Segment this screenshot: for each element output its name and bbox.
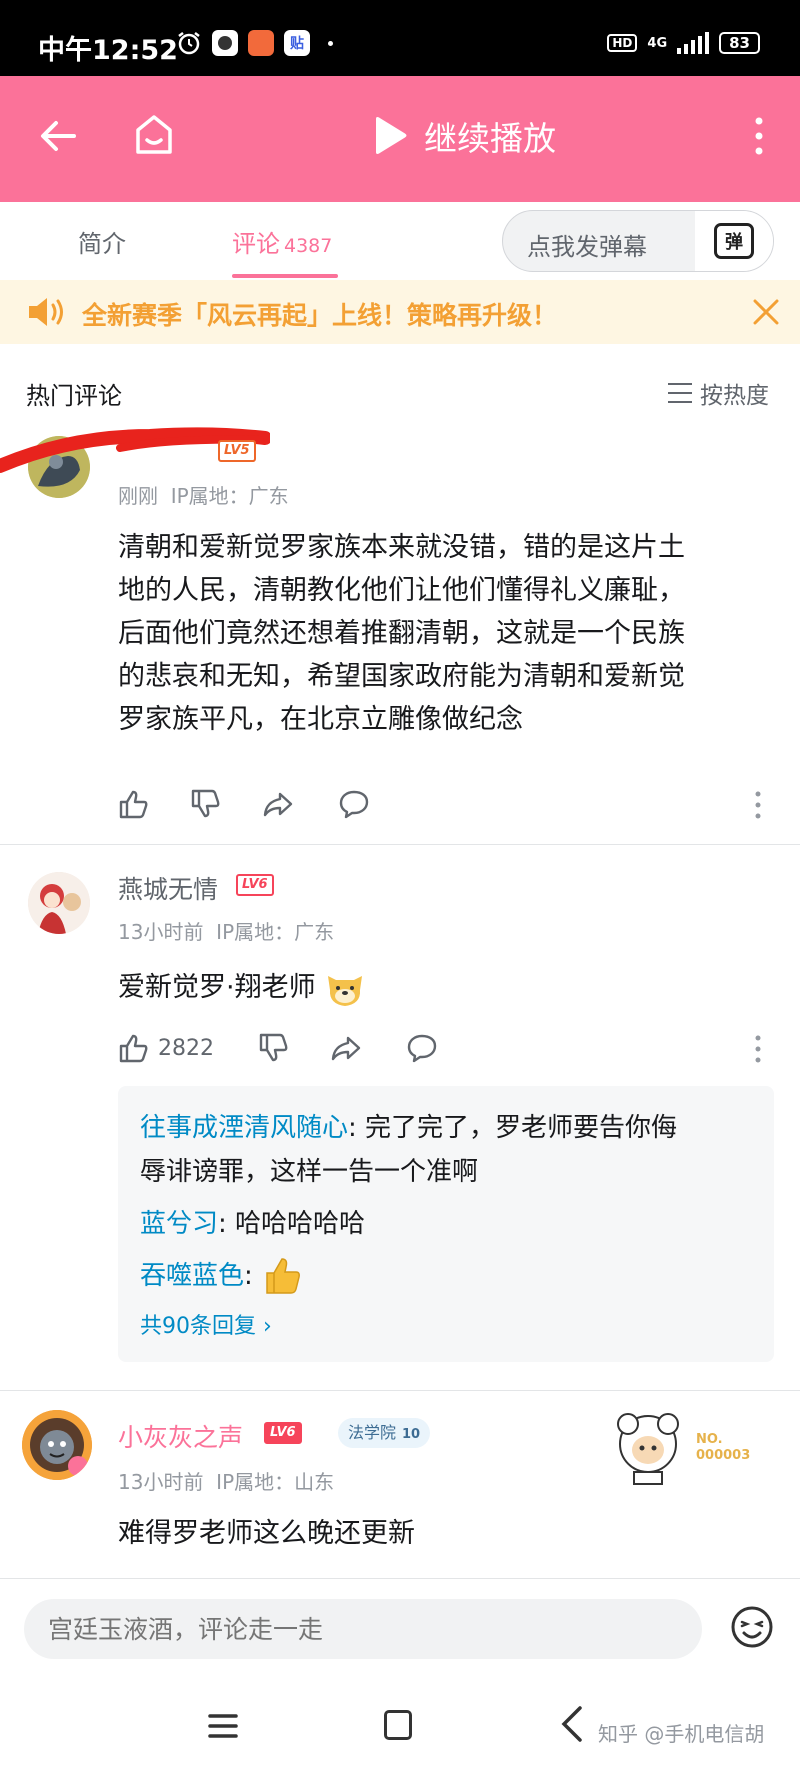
- continue-play-label: 继续播放: [424, 119, 556, 158]
- comment-divider: [0, 844, 800, 845]
- danmu-icon: 弹: [714, 223, 754, 259]
- app-notification-icon: [212, 30, 238, 56]
- danmu-toggle-button[interactable]: 弹: [695, 211, 773, 271]
- tab-comments[interactable]: 评论 4387: [232, 224, 332, 259]
- comment-ip: IP属地：山东: [216, 1470, 335, 1494]
- comment-text: 清朝和爱新觉罗家族本来就没错，错的是这片土 地的人民，清朝教化他们让他们懂得礼义…: [118, 532, 685, 735]
- speaker-icon: [29, 298, 63, 326]
- battery-icon: 83: [719, 32, 760, 54]
- view-all-replies-link[interactable]: 共90条回复 ›: [140, 1308, 272, 1340]
- system-status: HD 4G 83: [607, 32, 760, 54]
- comment-ip: IP属地：广东: [170, 484, 289, 508]
- avatar[interactable]: [22, 1410, 92, 1480]
- close-icon[interactable]: [752, 298, 780, 326]
- level-badge: LV6: [264, 1422, 302, 1444]
- reply-item: 往事成湮清风随心: 完了完了，罗老师要告你侮 辱诽谤罪，这样一告一个准啊: [140, 1113, 678, 1187]
- comment-username[interactable]: 燕城无情: [118, 870, 218, 906]
- active-tab-indicator: [232, 274, 338, 278]
- reply-button[interactable]: [406, 1032, 438, 1064]
- comment-meta: 13小时前 IP属地：广东: [118, 916, 334, 945]
- danmu-placeholder: 点我发弹幕: [527, 233, 647, 261]
- alarm-icon: [178, 32, 200, 55]
- comment-more-icon[interactable]: [754, 790, 762, 820]
- danmu-input[interactable]: 点我发弹幕 弹: [502, 210, 774, 272]
- thumbs-down-icon: [191, 789, 220, 818]
- continue-play-button[interactable]: 继续播放: [372, 112, 556, 160]
- menu-icon[interactable]: [208, 1712, 238, 1740]
- like-button[interactable]: 2822: [118, 1032, 214, 1064]
- fan-card-sheep-icon: [617, 1413, 679, 1485]
- level-badge: LV6: [236, 874, 274, 896]
- comment-bubble-icon: [339, 790, 369, 819]
- comment-time: 刚刚: [118, 484, 158, 508]
- comment-meta: 刚刚 IP属地：广东: [118, 480, 289, 509]
- tieba-icon: 贴: [284, 30, 310, 56]
- comment-meta: 13小时前 IP属地：山东: [118, 1466, 334, 1495]
- reply-preview-box[interactable]: 往事成湮清风随心: 完了完了，罗老师要告你侮 辱诽谤罪，这样一告一个准啊 蓝兮习…: [118, 1086, 774, 1362]
- avatar[interactable]: [28, 872, 90, 934]
- video-header: 继续播放: [0, 76, 800, 202]
- reply-item: 吞噬蓝色:: [140, 1254, 756, 1298]
- tab-intro[interactable]: 简介: [78, 224, 126, 259]
- announcement-text: 全新赛季「风云再起」上线！策略再升级！: [82, 301, 558, 330]
- comment-time: 13小时前: [118, 920, 204, 944]
- share-button[interactable]: [262, 788, 294, 820]
- dot-icon: [328, 40, 333, 46]
- home-icon[interactable]: [132, 112, 176, 158]
- thumbs-up-emoji-icon: [266, 1258, 300, 1294]
- like-button[interactable]: [118, 788, 150, 820]
- like-count: 2822: [158, 1035, 214, 1061]
- emoji-icon[interactable]: [730, 1605, 774, 1649]
- comment-text: 难得罗老师这么晚还更新: [118, 1518, 415, 1549]
- comment-text: 爱新觉罗·翔老师: [118, 966, 366, 1009]
- comment-bubble-icon: [407, 1034, 437, 1063]
- fan-number: NO. 000003: [696, 1432, 751, 1463]
- clock: 中午12:52: [38, 35, 178, 66]
- share-icon: [331, 1036, 361, 1061]
- network-type: 4G: [647, 35, 668, 51]
- comment-input-bar: [0, 1578, 800, 1682]
- watermark: 知乎 @手机电信胡: [598, 1722, 765, 1746]
- tab-comments-label: 评论: [232, 230, 280, 258]
- reply-username[interactable]: 蓝兮习: [140, 1209, 218, 1239]
- thumbs-up-icon: [119, 1034, 148, 1063]
- fan-medal-badge[interactable]: 法学院 10: [338, 1418, 431, 1448]
- reply-username[interactable]: 吞噬蓝色: [140, 1254, 244, 1298]
- share-button[interactable]: [330, 1032, 362, 1064]
- reply-button[interactable]: [338, 788, 370, 820]
- dislike-button[interactable]: [190, 788, 222, 820]
- sort-label: 按热度: [700, 383, 769, 409]
- notification-icons: 贴: [176, 30, 333, 56]
- more-vertical-icon[interactable]: [752, 116, 766, 156]
- comment-ip: IP属地：广东: [216, 920, 335, 944]
- status-bar: 中午12:52 贴 HD 4G 83: [0, 0, 800, 76]
- signal-icon: [677, 32, 710, 54]
- home-square-icon[interactable]: [384, 1710, 412, 1740]
- thumbs-down-icon: [259, 1033, 288, 1062]
- comment-more-icon[interactable]: [754, 1034, 762, 1064]
- level-badge: LV5: [218, 440, 256, 462]
- doge-emoji-icon: [327, 975, 362, 1006]
- system-nav-bar: 知乎 @手机电信胡: [0, 1682, 800, 1777]
- comment-time: 13小时前: [118, 1470, 204, 1494]
- sort-icon: [668, 383, 692, 403]
- tab-bar: 简介 评论 4387 点我发弹幕 弹: [0, 202, 800, 280]
- hd-indicator: HD: [607, 34, 638, 52]
- back-chevron-icon[interactable]: [560, 1704, 584, 1744]
- comment-count: 4387: [284, 235, 333, 257]
- comment-divider: [0, 1390, 800, 1391]
- comment-username[interactable]: 小灰灰之声: [118, 1418, 243, 1454]
- thumbs-up-icon: [119, 790, 148, 819]
- reply-username[interactable]: 往事成湮清风随心: [140, 1113, 348, 1143]
- play-icon: [376, 117, 407, 154]
- comment-input[interactable]: [24, 1599, 702, 1659]
- hot-comments-title: 热门评论: [26, 382, 122, 410]
- dislike-button[interactable]: [258, 1032, 290, 1064]
- shopping-app-icon: [248, 30, 274, 56]
- sort-button[interactable]: 按热度: [668, 376, 769, 410]
- back-arrow-icon[interactable]: [36, 114, 80, 158]
- announcement-banner[interactable]: 全新赛季「风云再起」上线！策略再升级！: [0, 280, 800, 344]
- reply-item: 蓝兮习: 哈哈哈哈哈: [140, 1209, 366, 1239]
- share-icon: [263, 792, 293, 817]
